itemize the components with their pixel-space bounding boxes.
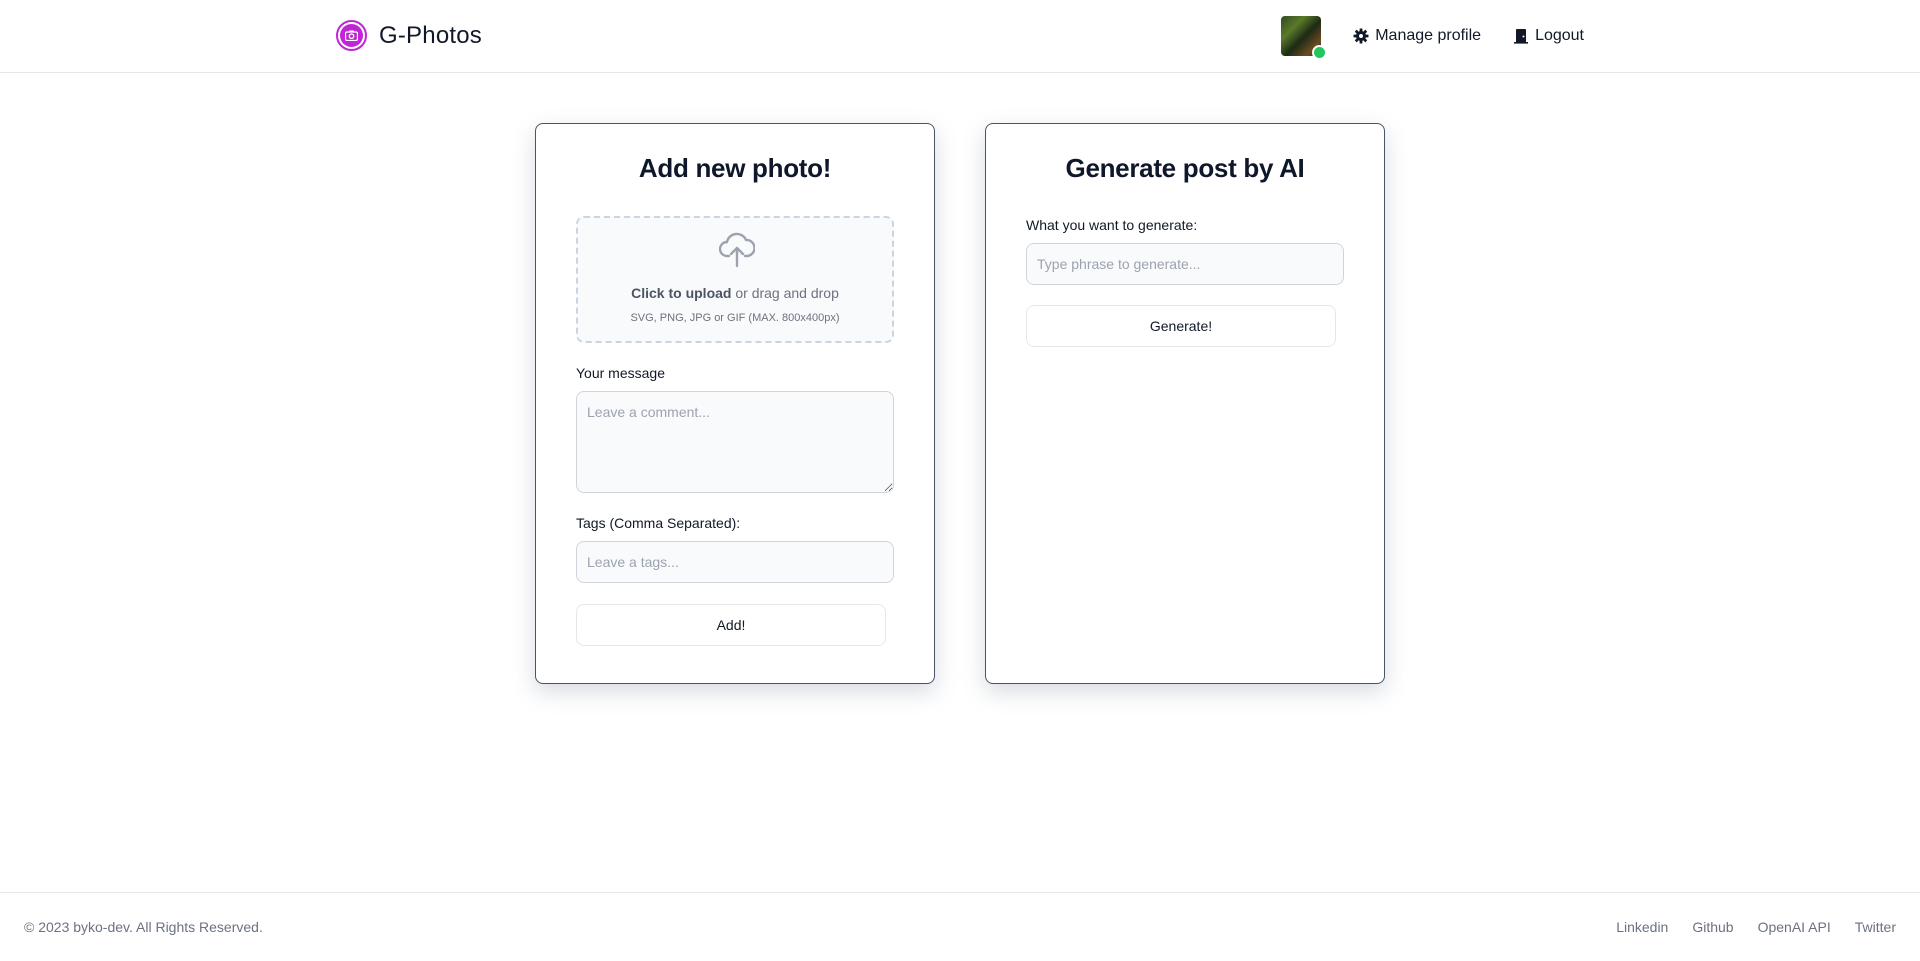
- generate-post-card: Generate post by AI What you want to gen…: [985, 123, 1385, 684]
- user-avatar-button[interactable]: [1281, 16, 1328, 60]
- footer-links: Linkedin Github OpenAI API Twitter: [1592, 919, 1896, 935]
- add-photo-title: Add new photo!: [638, 153, 832, 183]
- add-photo-card: Add new photo! Click to upload or drag a…: [535, 123, 935, 684]
- generate-phrase-label: What you want to generate:: [1026, 217, 1198, 233]
- message-textarea[interactable]: [576, 391, 894, 493]
- manage-profile-label: Manage profile: [1375, 27, 1482, 44]
- gear-icon: [1353, 28, 1369, 44]
- upload-instructions: Click to upload or drag and drop: [578, 285, 892, 301]
- user-nav: Manage profile Logout: [1281, 14, 1584, 60]
- click-to-upload-text: Click to upload: [631, 285, 732, 301]
- door-icon: [1514, 29, 1529, 44]
- online-status-dot: [1312, 45, 1328, 60]
- message-label: Your message: [576, 365, 665, 381]
- logout-link[interactable]: Logout: [1513, 27, 1584, 45]
- cloud-upload-icon: [719, 232, 755, 268]
- footer-link-github[interactable]: Github: [1692, 919, 1733, 935]
- camera-logo-icon: [336, 20, 367, 51]
- generate-phrase-input[interactable]: [1026, 243, 1344, 285]
- manage-profile-link[interactable]: Manage profile: [1353, 27, 1481, 45]
- footer-link-twitter[interactable]: Twitter: [1855, 919, 1896, 935]
- copyright-text: © 2023 byko-dev. All Rights Reserved.: [24, 919, 263, 935]
- brand-link[interactable]: G-Photos: [336, 20, 482, 51]
- brand-name: G-Photos: [379, 21, 482, 49]
- add-button[interactable]: Add!: [576, 604, 886, 646]
- drag-drop-text: or drag and drop: [731, 285, 839, 301]
- top-navbar: G-Photos Manage profile Logout: [0, 0, 1920, 73]
- footer-link-openai-api[interactable]: OpenAI API: [1758, 919, 1831, 935]
- footer-link-linkedin[interactable]: Linkedin: [1616, 919, 1668, 935]
- tags-input[interactable]: [576, 541, 894, 583]
- footer: © 2023 byko-dev. All Rights Reserved. Li…: [0, 892, 1920, 961]
- upload-hint: SVG, PNG, JPG or GIF (MAX. 800x400px): [630, 312, 840, 324]
- generate-post-title: Generate post by AI: [1065, 153, 1305, 183]
- upload-dropzone[interactable]: Click to upload or drag and drop SVG, PN…: [576, 216, 894, 343]
- tags-label: Tags (Comma Separated):: [576, 515, 741, 531]
- logout-label: Logout: [1535, 27, 1584, 44]
- generate-button[interactable]: Generate!: [1026, 305, 1336, 347]
